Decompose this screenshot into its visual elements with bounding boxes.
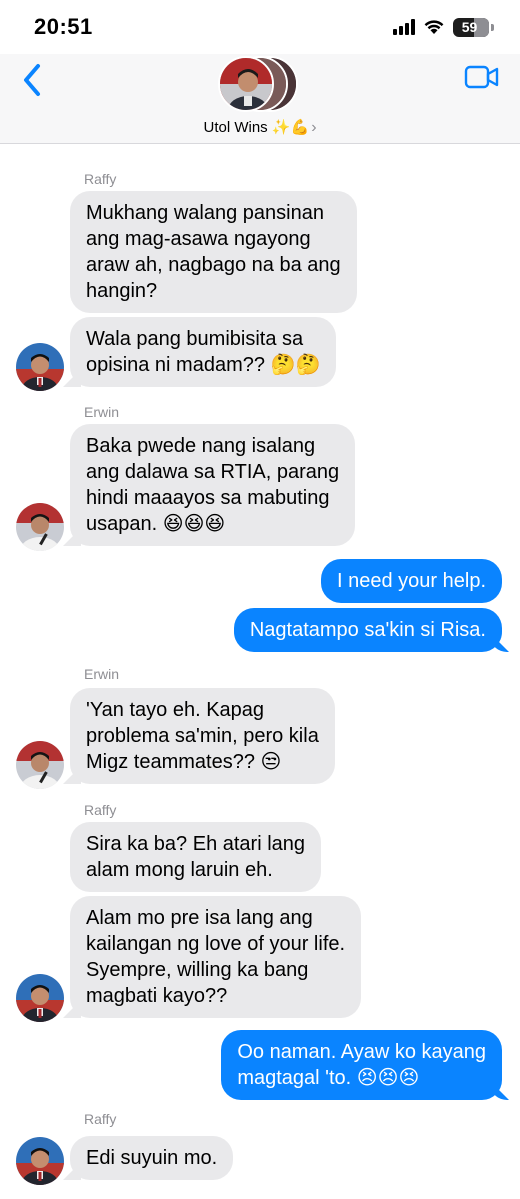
message-bubble-incoming[interactable]: Wala pang bumibisita sa opisina ni madam…	[70, 317, 337, 387]
message-bubble-incoming[interactable]: Alam mo pre isa lang ang kailangan ng lo…	[70, 896, 362, 1018]
chevron-left-icon	[24, 64, 40, 96]
video-call-button[interactable]	[464, 64, 500, 90]
conversation-header: Utol Wins ✨💪 ›	[0, 54, 520, 144]
group-name-button[interactable]: Utol Wins ✨💪 ›	[0, 118, 520, 137]
chevron-right-icon: ›	[311, 119, 317, 136]
avatar-raffy[interactable]	[16, 343, 64, 391]
group-name: Utol Wins ✨💪	[203, 119, 310, 136]
sender-name: Raffy	[84, 1111, 117, 1127]
battery-cap	[491, 23, 494, 31]
status-icons: 59	[393, 16, 494, 38]
message-bubble-incoming[interactable]: 'Yan tayo eh. Kapag problema sa'min, per…	[70, 688, 335, 784]
message-bubble-outgoing[interactable]: Oo naman. Ayaw ko kayang magtagal 'to. 😣…	[221, 1030, 502, 1100]
wifi-icon	[423, 19, 445, 35]
sender-name: Erwin	[84, 666, 120, 682]
status-time: 20:51	[34, 14, 93, 39]
battery-level: 59	[461, 19, 478, 35]
avatar-raffy[interactable]	[16, 1137, 64, 1185]
sender-name: Raffy	[84, 171, 117, 187]
message-bubble-outgoing[interactable]: Nagtatampo sa'kin si Risa.	[233, 608, 502, 652]
cellular-signal-icon	[393, 19, 415, 35]
avatar-erwin[interactable]	[16, 741, 64, 789]
message-bubble-incoming[interactable]: Sira ka ba? Eh atari lang alam mong laru…	[70, 822, 322, 892]
avatar-erwin[interactable]	[16, 503, 64, 551]
avatar-raffy[interactable]	[16, 974, 64, 1022]
group-avatar	[218, 56, 274, 112]
sender-name: Raffy	[84, 802, 117, 818]
message-bubble-incoming[interactable]: Baka pwede nang isalang ang dalawa sa RT…	[70, 424, 356, 546]
message-bubble-incoming[interactable]: Edi suyuin mo.	[70, 1136, 234, 1180]
group-avatar-stack[interactable]	[218, 56, 308, 112]
sender-name: Erwin	[84, 404, 120, 420]
message-thread[interactable]: Raffy Mukhang walang pansinan ang mag-as…	[0, 145, 520, 1199]
status-bar: 20:51 59	[0, 0, 520, 54]
message-bubble-incoming[interactable]: Mukhang walang pansinan ang mag-asawa ng…	[70, 191, 357, 313]
video-camera-icon	[464, 65, 499, 89]
message-bubble-outgoing[interactable]: I need your help.	[321, 559, 502, 603]
back-button[interactable]	[18, 60, 48, 100]
battery-icon: 59	[453, 17, 489, 37]
